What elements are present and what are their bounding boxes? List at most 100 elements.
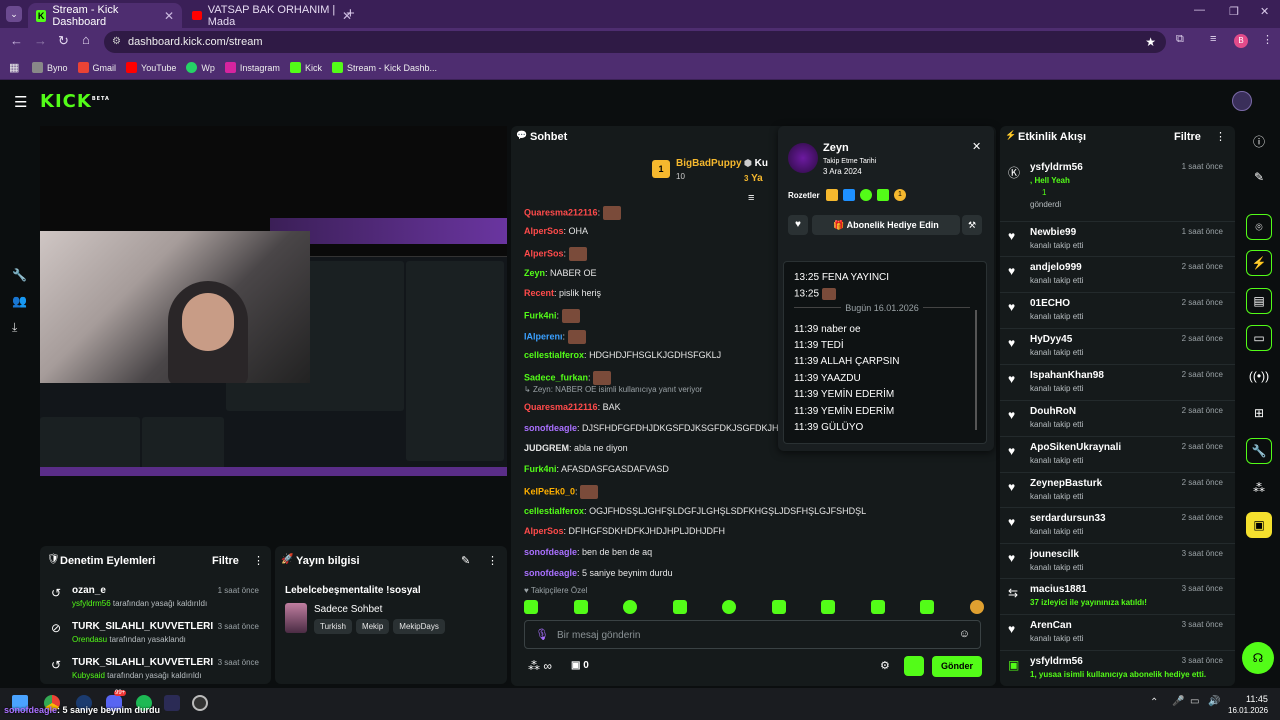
activity-username[interactable]: 01ECHO <box>1030 298 1070 309</box>
pin-icon[interactable]: ≡ <box>748 192 754 204</box>
chat-username[interactable]: JUDGREM <box>524 443 569 453</box>
emote-icon[interactable] <box>920 600 935 614</box>
mic-tray-icon[interactable]: 🎤 <box>1172 696 1184 707</box>
moderation-item[interactable]: ⊘ TURK_SILAHLI_KUVVETLERI 3 saat önce Or… <box>40 618 271 650</box>
bookmark-kick[interactable]: Kick <box>289 62 322 73</box>
obs-taskbar-icon[interactable] <box>192 695 208 711</box>
activity-item[interactable]: ♥ serdardursun33 2 saat önce kanalı takip e… <box>1000 507 1235 541</box>
mod-tool-button[interactable]: ⚒ <box>962 215 982 235</box>
activity-username[interactable]: DouhRoN <box>1030 406 1076 417</box>
emote-icon[interactable] <box>722 600 737 614</box>
chat-message[interactable]: Furk4ni: AFASDASFGASDAFVASD <box>524 464 669 474</box>
emote-icon[interactable] <box>623 600 638 614</box>
download-icon[interactable]: ⤓ <box>12 320 17 335</box>
activity-username[interactable]: ysfyldrm56 <box>1030 656 1083 667</box>
bookmark-star-icon[interactable]: ★ <box>1145 31 1156 53</box>
more-icon[interactable]: ⋮ <box>1215 130 1226 143</box>
volume-tray-icon[interactable]: 🔊 <box>1208 696 1220 707</box>
activity-username[interactable]: serdardursun33 <box>1030 513 1106 524</box>
moderation-item[interactable]: ↺ ozan_e 1 saat önce ysfyldrm56 tarafınd… <box>40 582 271 614</box>
follow-heart-button[interactable]: ♥ <box>788 215 808 235</box>
tab-kick-dashboard[interactable]: K Stream - Kick Dashboard ✕ <box>28 3 182 28</box>
gifter-3[interactable]: 3 Ya <box>744 173 763 184</box>
send-button[interactable]: Gönder <box>932 656 982 677</box>
chevron-up-icon[interactable]: ⌃ <box>1150 697 1158 708</box>
maximize-icon[interactable]: ❐ <box>1229 5 1239 18</box>
activity-item[interactable]: ♥ andjelo999 2 saat önce kanalı takip etti <box>1000 256 1235 290</box>
category-name[interactable]: Sadece Sohbet <box>314 604 382 615</box>
camera-icon[interactable]: ⌾ <box>1246 214 1272 240</box>
chat-username[interactable]: AlperSos <box>524 226 564 236</box>
activity-item[interactable]: ♥ IspahanKhan98 2 saat önce kanalı takip et… <box>1000 364 1235 398</box>
pencil-icon[interactable]: ✎ <box>1246 164 1272 190</box>
chat-message[interactable]: Zeyn: NABER OE <box>524 268 597 278</box>
extensions-icon[interactable]: ⧉ <box>1176 33 1184 46</box>
activity-username[interactable]: andjelo999 <box>1030 262 1082 273</box>
chat-message[interactable]: KelPeEk0_0: <box>524 485 599 499</box>
kick-logo[interactable]: KICKBETA <box>40 91 110 112</box>
activity-item[interactable]: Ⓚysfyldrm56 1 saat önce , Hell Yeah 1 gönder… <box>1000 157 1235 209</box>
info-icon[interactable]: ⓘ <box>1246 128 1272 154</box>
activity-username[interactable]: HyDyy45 <box>1030 334 1072 345</box>
chat-username[interactable]: IAlperenı <box>524 331 563 341</box>
more-icon[interactable]: ⋮ <box>487 554 498 567</box>
chat-message[interactable]: Furk4ni: <box>524 309 580 323</box>
clipboard-icon[interactable]: ▤ <box>1246 288 1272 314</box>
network-tray-icon[interactable]: ▭ <box>1190 696 1199 707</box>
emote-icon[interactable] <box>870 600 885 614</box>
molecule-icon[interactable]: ⁂ <box>1246 475 1272 501</box>
address-bar[interactable]: ⚙ dashboard.kick.com/stream ★ <box>104 31 1166 53</box>
wrench-icon[interactable]: 🔧 <box>12 268 27 282</box>
emote-icon[interactable] <box>672 600 687 614</box>
emote-icon[interactable] <box>771 600 786 614</box>
chat-username[interactable]: Sadece_furkan <box>524 372 588 382</box>
clock-date[interactable]: 16.01.2026 <box>1228 706 1268 715</box>
chat-username[interactable]: sonofdeagle <box>524 423 577 433</box>
stream-preview[interactable] <box>40 126 507 476</box>
chat-message[interactable]: sonofdeagle: DJSFHDFGFDHJDKGSFDJKSGFDKJS… <box>524 423 779 433</box>
chat-username[interactable]: sonofdeagle <box>524 547 577 557</box>
chat-username[interactable]: AlperSos <box>524 248 564 258</box>
forward-icon[interactable]: → <box>34 33 47 48</box>
activity-username[interactable]: macius1881 <box>1030 584 1087 595</box>
activity-item[interactable]: ♥ HyDyy45 2 saat önce kanalı takip etti <box>1000 328 1235 362</box>
activity-item[interactable]: ▣ ysfyldrm56 3 saat önce 1, yusaa isimli ku… <box>1000 650 1235 684</box>
activity-item[interactable]: ♥ ApoSikenUkraynali 2 saat önce kanalı taki… <box>1000 436 1235 470</box>
chat-message[interactable]: cellestialferox: HDGHDJFHSGLKJGDHSFGKLJ <box>524 350 721 360</box>
activity-item[interactable]: ♥ 01ECHO 2 saat önce kanalı takip etti <box>1000 292 1235 326</box>
wrench-button-icon[interactable]: 🔧 <box>1246 438 1272 464</box>
close-icon[interactable]: ✕ <box>972 140 981 153</box>
gifter-2[interactable]: ⬢ Ku <box>744 158 768 169</box>
points-counter[interactable]: ▣ 0 <box>571 660 589 671</box>
tag[interactable]: Mekip <box>355 619 390 634</box>
chat-message[interactable]: sonofdeagle: ben de ben de aq <box>524 547 652 557</box>
emote-icon[interactable] <box>821 600 836 614</box>
chat-username[interactable]: Recent <box>524 288 554 298</box>
activity-username[interactable]: ApoSikenUkraynali <box>1030 442 1121 453</box>
activity-username[interactable]: jounescilk <box>1030 549 1079 560</box>
bookmark-gmail[interactable]: Gmail <box>77 62 116 73</box>
support-headset-icon[interactable]: ☊ <box>1242 642 1274 674</box>
activity-username[interactable]: Newbie99 <box>1030 227 1076 238</box>
back-icon[interactable]: ← <box>10 33 23 48</box>
chat-input[interactable]: 🎙 Bir mesaj gönderin ☺ <box>524 620 981 649</box>
chat-bubble-icon[interactable]: ▭ <box>1246 325 1272 351</box>
valorant-taskbar-icon[interactable] <box>164 695 180 711</box>
moderation-item[interactable]: ↺ TURK_SILAHLI_KUVVETLERI 3 saat önce Ku… <box>40 654 271 684</box>
chat-message[interactable]: Sadece_furkan: <box>524 371 612 385</box>
more-icon[interactable]: ⋮ <box>253 554 264 567</box>
activity-item[interactable]: ♥ ArenCan 3 saat önce kanalı takip etti <box>1000 614 1235 648</box>
browser-menu-icon[interactable]: ⋮ <box>1262 33 1273 46</box>
bookmark-byno[interactable]: Byno <box>32 62 68 73</box>
user-avatar[interactable] <box>1232 91 1252 111</box>
new-tab-button[interactable]: + <box>346 5 355 22</box>
stack-icon[interactable]: ⊞ <box>1246 400 1272 426</box>
emote-icon[interactable] <box>969 600 984 614</box>
activity-item[interactable]: ♥ Newbie99 1 saat önce kanalı takip etti <box>1000 221 1235 255</box>
gift-sub-button[interactable]: 🎁 Abonelik Hediye Edin <box>812 215 960 235</box>
emoji-icon[interactable]: ☺ <box>959 628 970 640</box>
kick-emote-button[interactable] <box>904 656 924 676</box>
users-icon[interactable]: 👥 <box>12 294 27 308</box>
history-scrollbar[interactable] <box>975 310 977 430</box>
emote-icon[interactable] <box>573 600 588 614</box>
